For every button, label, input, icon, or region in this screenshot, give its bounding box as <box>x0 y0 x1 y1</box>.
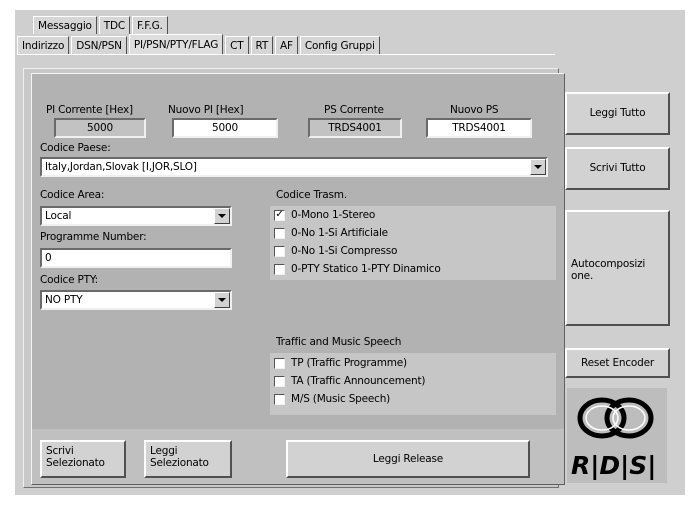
scrivi-selezionato-button[interactable]: Scrivi Selezionato <box>40 440 126 478</box>
tab-messaggio[interactable]: Messaggio <box>33 16 97 34</box>
checkbox-label: 0-PTY Statico 1-PTY Dinamico <box>291 263 441 275</box>
checkbox-box[interactable] <box>274 375 285 387</box>
ridsi-logo-mark: R|D|S| <box>571 397 656 480</box>
leggi-tutto-button[interactable]: Leggi Tutto <box>565 92 670 135</box>
pi-corrente-field: 5000 <box>54 118 146 138</box>
checkbox-label: 0-No 1-Si Compresso <box>291 245 398 257</box>
checkbox-label: M/S (Music Speech) <box>291 393 391 405</box>
checkbox-box[interactable] <box>274 393 285 405</box>
tab-tdc[interactable]: TDC <box>98 16 131 34</box>
traffic-music-label: Traffic and Music Speech <box>276 336 402 348</box>
tab-row-top: Messaggio TDC F.F.G. <box>33 14 170 34</box>
chevron-down-icon[interactable] <box>214 292 230 308</box>
chevron-down-icon[interactable] <box>214 208 230 224</box>
checkbox-tp[interactable]: TP (Traffic Programme) <box>274 355 407 371</box>
checkbox-label: TP (Traffic Programme) <box>291 357 407 369</box>
checkbox-box[interactable]: ✓ <box>274 209 285 221</box>
tab-indirizzo[interactable]: Indirizzo <box>17 36 70 54</box>
program-number-input[interactable]: 0 <box>40 248 232 268</box>
codice-trasm-group: ✓ 0-Mono 1-Stereo 0-No 1-Si Artificiale … <box>270 206 556 280</box>
nuovo-ps-label: Nuovo PS <box>450 104 499 116</box>
nuovo-ps-input[interactable]: TRDS4001 <box>426 118 532 138</box>
checkbox-box[interactable] <box>274 227 285 239</box>
tab-config-gruppi[interactable]: Config Gruppi <box>299 36 380 54</box>
codice-area-value: Local <box>45 210 72 222</box>
traffic-music-group: TP (Traffic Programme) TA (Traffic Annou… <box>270 353 556 415</box>
checkbox-ms[interactable]: M/S (Music Speech) <box>274 391 390 407</box>
checkbox-compresso[interactable]: 0-No 1-Si Compresso <box>274 243 397 259</box>
main-window: Messaggio TDC F.F.G. Indirizzo DSN/PSN P… <box>15 10 685 495</box>
codice-pty-value: NO PTY <box>45 294 83 306</box>
codice-pty-select[interactable]: NO PTY <box>40 290 232 310</box>
ridsi-logo: R|D|S| <box>567 388 667 483</box>
checkbox-box[interactable] <box>274 245 285 257</box>
autocomposizione-button[interactable]: Autocomposizi one. <box>565 210 670 326</box>
codice-trasm-label: Codice Trasm. <box>276 189 347 201</box>
ps-corrente-label: PS Corrente <box>324 104 384 116</box>
tab-page-content: PI Corrente [Hex] 5000 Nuovo PI [Hex] 50… <box>31 73 565 485</box>
tab-dsn-psn[interactable]: DSN/PSN <box>71 36 127 54</box>
codice-area-label: Codice Area: <box>40 189 105 201</box>
nuovo-pi-input[interactable]: 5000 <box>172 118 278 138</box>
codice-paese-label: Codice Paese: <box>40 142 111 154</box>
tab-divider <box>17 54 555 55</box>
checkbox-artificiale[interactable]: 0-No 1-Si Artificiale <box>274 225 388 241</box>
pi-corrente-label: PI Corrente [Hex] <box>46 104 133 116</box>
reset-encoder-button[interactable]: Reset Encoder <box>565 348 670 378</box>
leggi-release-button[interactable]: Leggi Release <box>286 440 530 478</box>
tab-row-bottom: Indirizzo DSN/PSN PI/PSN/PTY/FLAG CT RT … <box>17 34 382 54</box>
codice-paese-value: Italy,Jordan,Slovak [I,JOR,SLO] <box>45 161 197 173</box>
codice-paese-select[interactable]: Italy,Jordan,Slovak [I,JOR,SLO] <box>40 157 548 177</box>
tab-ffg[interactable]: F.F.G. <box>132 16 168 34</box>
checkbox-box[interactable] <box>274 357 285 369</box>
leggi-selezionato-button[interactable]: Leggi Selezionato <box>144 440 232 478</box>
chevron-down-icon[interactable] <box>530 159 546 175</box>
nuovo-pi-label: Nuovo PI [Hex] <box>168 104 244 116</box>
codice-pty-label: Codice PTY: <box>40 274 99 286</box>
program-number-label: Programme Number: <box>40 231 147 243</box>
scrivi-tutto-button[interactable]: Scrivi Tutto <box>565 147 670 190</box>
checkbox-pty-dinamico[interactable]: 0-PTY Statico 1-PTY Dinamico <box>274 261 441 277</box>
codice-area-select[interactable]: Local <box>40 206 232 226</box>
tab-rt[interactable]: RT <box>250 36 274 54</box>
tab-ct[interactable]: CT <box>225 36 249 54</box>
checkbox-box[interactable] <box>274 263 285 275</box>
checkbox-mono-stereo[interactable]: ✓ 0-Mono 1-Stereo <box>274 207 375 223</box>
tab-af[interactable]: AF <box>275 36 298 54</box>
ps-corrente-field: TRDS4001 <box>308 118 402 138</box>
svg-text:R|D|S|: R|D|S| <box>571 451 656 480</box>
tab-pi-psn-pty-flag[interactable]: PI/PSN/PTY/FLAG <box>128 34 224 54</box>
checkbox-ta[interactable]: TA (Traffic Announcement) <box>274 373 425 389</box>
checkbox-label: 0-No 1-Si Artificiale <box>291 227 388 239</box>
checkbox-label: 0-Mono 1-Stereo <box>291 209 376 221</box>
checkbox-label: TA (Traffic Announcement) <box>291 375 426 387</box>
